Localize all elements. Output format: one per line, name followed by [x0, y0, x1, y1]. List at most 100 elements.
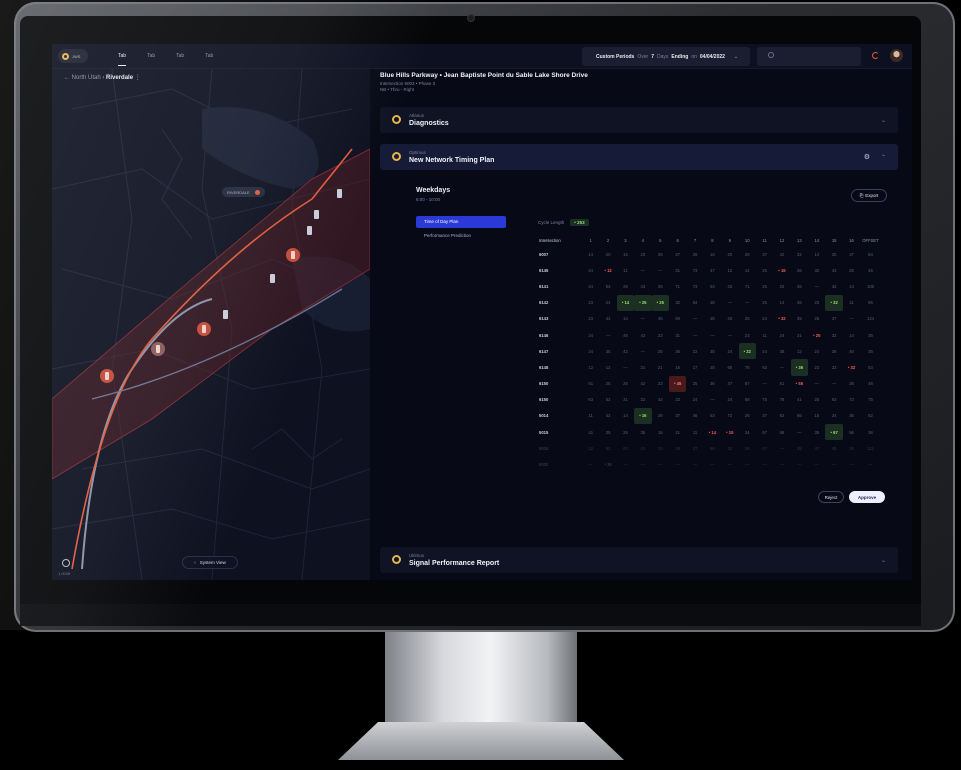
table-cell: 24: [727, 397, 733, 403]
table-cell: 37: [762, 413, 767, 419]
table-cell: 32: [797, 251, 802, 257]
table-cell: —: [640, 267, 645, 273]
table-cell: 25: [762, 300, 767, 306]
table-row[interactable]: 6145 24 • 12 11 — — 31 73 47 12 14 25 • 15 26 32 43 25 46: [536, 262, 881, 278]
table-cell: 31: [623, 397, 628, 403]
tab-1[interactable]: Tab: [118, 44, 127, 69]
table-cell: • 36: [790, 359, 809, 376]
table-cell: 14: [779, 300, 785, 306]
table-cell: —: [797, 462, 802, 468]
avatar[interactable]: [890, 49, 903, 62]
table-cell: 14: [623, 316, 628, 322]
table-cell: 36: [868, 429, 873, 435]
table-row[interactable]: 6142 23 24 • 14 • 25 • 25 32 64 26— —25 14 46 23 • 32…: [536, 294, 881, 311]
table-cell: 75: [744, 364, 750, 370]
region-toggle-icon[interactable]: [254, 189, 260, 195]
region-label: RIVERDALE: [222, 187, 265, 197]
timing-plan-panel[interactable]: Optimus New Network Timing Plan ⚙ ⌃: [380, 144, 898, 170]
back-arrow-icon[interactable]: ←: [64, 75, 72, 81]
table-cell: 41: [640, 445, 646, 451]
search-input[interactable]: [757, 47, 861, 66]
table-cell: 24: [588, 267, 594, 273]
table-row[interactable]: 5020 — • 36 — — — — — — — — — — — — — — —: [536, 456, 881, 472]
table-row[interactable]: 6147 24 35 42 — 25 36 22 35 24 • 22 24 35 12 24 36 46 35: [536, 343, 881, 360]
chevron-down-icon[interactable]: ⌄: [881, 117, 886, 124]
column-header: 7: [693, 237, 697, 243]
table-cell: 26: [623, 381, 628, 387]
table-cell: 35: [779, 348, 785, 354]
intersection-id: 6007: [539, 251, 549, 257]
diagnostics-panel[interactable]: Atlanus Diagnostics ⌄: [380, 107, 898, 133]
table-cell: 37: [831, 316, 837, 322]
map-panel[interactable]: ← North Utah › Riverdale ⋮ RIVERDALE ‹ S…: [52, 69, 370, 580]
breadcrumb[interactable]: ← North Utah › Riverdale ⋮: [64, 74, 141, 81]
tab-4[interactable]: Tab: [205, 44, 213, 69]
intersection-id: 6143: [539, 316, 549, 322]
column-header: 9: [728, 237, 731, 243]
table-row[interactable]: 5016 12 52 63 41 15 26 37 66 23 26 47 — 35 47 46 35 111: [536, 440, 881, 456]
side-item-time-of-day[interactable]: Time of Day Plan: [416, 216, 506, 228]
table-cell: 25: [744, 316, 750, 322]
intersection-id: 5014: [539, 413, 549, 419]
table-row[interactable]: 6141 24 53 26 43 26 71 73 64 25 71 25 25 46 — 42 14 105: [536, 278, 881, 294]
table-cell: —: [640, 462, 645, 468]
table-cell: 25: [692, 381, 698, 387]
plan-time: 6:00 - 10:00: [416, 197, 441, 202]
table-row[interactable]: 6148 12 12 — 31 21 16 17 28 65 75 62 — • 36 23 22 • 32 53: [536, 359, 881, 376]
export-button[interactable]: ⎘ Export: [851, 189, 887, 202]
chevron-down-icon[interactable]: ⌄: [881, 557, 886, 564]
side-item-performance[interactable]: Performance Prediction: [416, 230, 506, 242]
table-cell: 46: [797, 283, 802, 289]
breadcrumb-parent[interactable]: North Utah: [72, 75, 101, 81]
reject-button[interactable]: Reject: [818, 491, 844, 503]
table-cell: —: [710, 462, 715, 468]
table-cell: 61: [779, 381, 785, 387]
table-cell: • 25: [651, 294, 669, 311]
table-row[interactable]: 6146 24 — 46 43 23 31 — — — 23 11 24 31 • 25 32 14 35: [536, 327, 881, 343]
intersection-movement: NB • Thru - Right: [380, 87, 415, 92]
period-selector[interactable]: Custom Periods Over 7 Days Ending on 04/…: [582, 47, 750, 66]
monitor-stand-foot: [338, 722, 624, 760]
tab-3[interactable]: Tab: [176, 44, 184, 69]
table-row[interactable]: 6150 61 25 26 42 23 • 45 25 36 47 67 — 61 • 55 — — 28 46: [536, 375, 881, 392]
table-cell: 25: [605, 381, 611, 387]
table-cell: 26: [814, 316, 820, 322]
table-row[interactable]: 6007 14 20 15 23 26 27 28 15 20 26 37 42 32 14 25 37 64: [536, 246, 881, 262]
table-cell: —: [779, 462, 785, 468]
approve-button[interactable]: Approve: [849, 491, 885, 503]
chevron-up-icon[interactable]: ⌃: [881, 154, 886, 161]
intersection-title: Blue Hills Parkway • Jean Baptiste Point…: [380, 72, 588, 79]
table-cell: 32: [831, 332, 837, 338]
gear-icon[interactable]: [62, 559, 70, 567]
tab-2[interactable]: Tab: [147, 44, 155, 69]
column-header: 2: [606, 237, 610, 243]
intersection-id: 6150: [539, 381, 549, 387]
table-row[interactable]: 6143 23 42 14 — 46 69 — 25 26 25 24 • 32 35 26 37 — 124: [536, 311, 881, 327]
table-cell: • 32: [847, 364, 856, 370]
system-view-button[interactable]: ‹ System View: [182, 556, 238, 569]
table-cell: 26: [657, 283, 663, 289]
map-canvas[interactable]: [52, 69, 370, 580]
table-cell: 63: [623, 445, 628, 451]
table-cell: —: [605, 332, 611, 338]
table-cell: 26: [657, 413, 663, 419]
app-logo[interactable]: JWS: [58, 49, 88, 63]
gear-icon[interactable]: ⚙: [864, 153, 870, 161]
column-header: 12: [779, 237, 785, 243]
table-cell: 46: [868, 267, 873, 273]
table-cell: 46: [692, 413, 698, 419]
intersection-id: 6147: [539, 348, 549, 354]
table-cell: 24: [762, 348, 767, 354]
table-cell: 34: [744, 429, 750, 435]
table-row[interactable]: 5014 11 42 14 • 16 26 37 46 63 72 26 37 62 66 15 24 35 52: [536, 407, 881, 425]
table-cell: 69: [675, 316, 680, 322]
performance-report-panel[interactable]: Ultimus Signal Performance Report ⌄: [380, 547, 898, 573]
refresh-icon[interactable]: [872, 52, 879, 59]
table-cell: 15: [657, 445, 663, 451]
table-cell: 28: [849, 381, 854, 387]
table-row[interactable]: 5015 41 35 25 36 15 21 11 • 14 • 15 34 67 68 — 35 • 67 5…: [536, 424, 881, 441]
table-row[interactable]: 6150 63 52 31 22 42 33 24 — 24 56 75 78 41 25 63 73 75: [536, 392, 881, 408]
timing-table: Intersection 1 2 3 4 5 6 7 8 9 10 11 12 13 14 15 16 OFFSE…: [536, 234, 881, 473]
table-cell: 124: [867, 316, 875, 322]
column-header: 6: [676, 237, 679, 243]
